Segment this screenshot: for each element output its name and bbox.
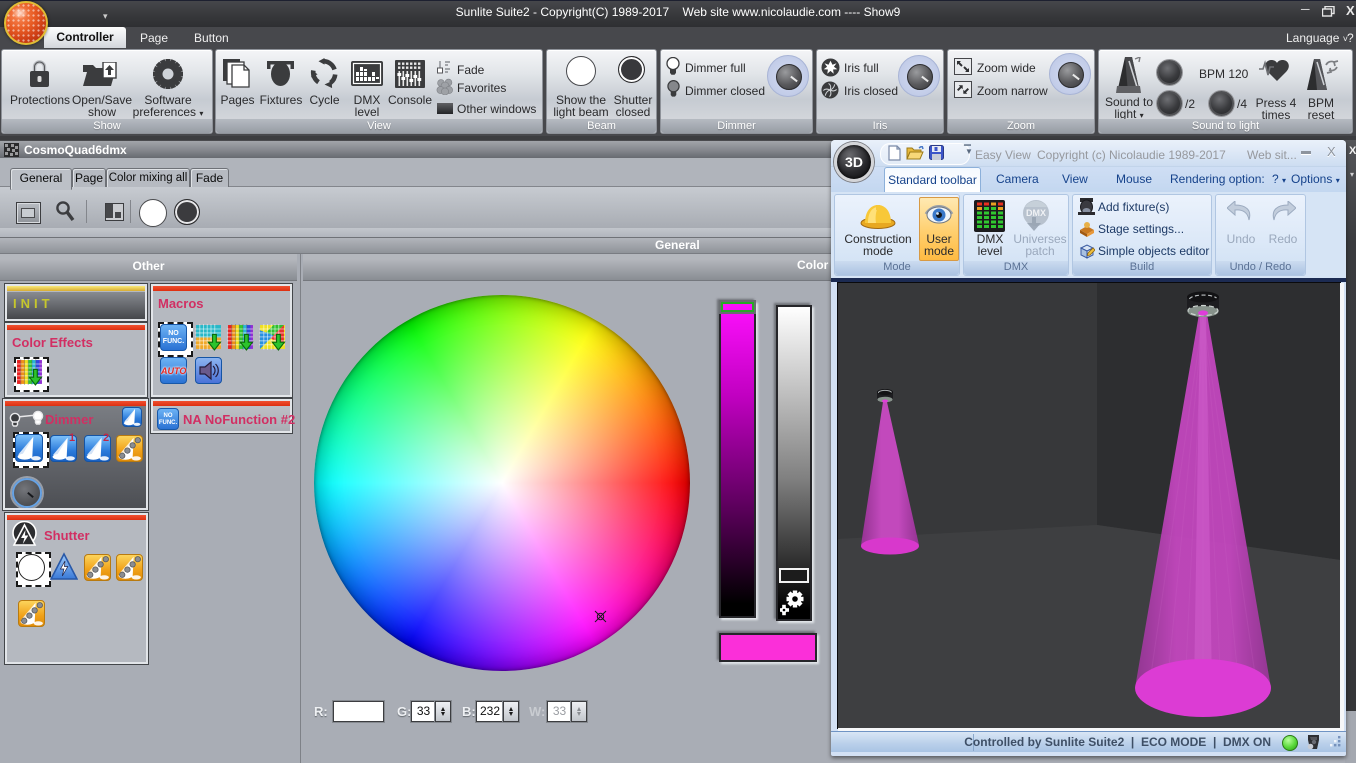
svg-text:DMX: DMX: [1026, 208, 1046, 218]
